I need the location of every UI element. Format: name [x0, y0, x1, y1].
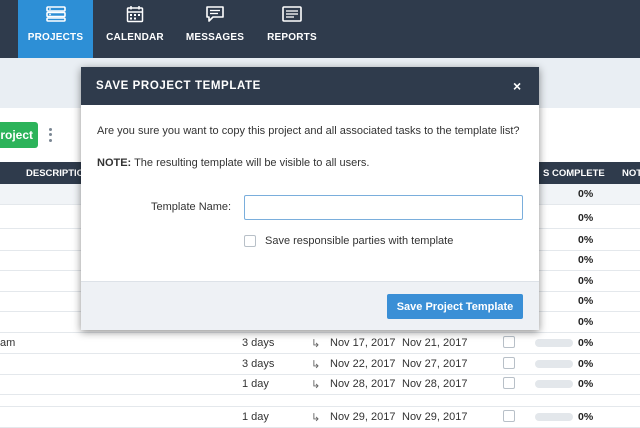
- new-project-button[interactable]: roject: [0, 122, 38, 148]
- percent-complete: 0%: [578, 378, 594, 390]
- close-icon[interactable]: ×: [513, 78, 521, 94]
- percent-complete: 0%: [578, 254, 594, 266]
- dependency-arrow-icon: ↳: [311, 359, 321, 371]
- nav-messages-label: MESSAGES: [185, 32, 245, 43]
- nav-reports-label: REPORTS: [267, 32, 317, 43]
- save-responsible-checkbox[interactable]: [244, 235, 256, 247]
- percent-complete: 0%: [578, 275, 594, 287]
- nav-projects[interactable]: PROJECTS: [18, 0, 93, 58]
- task-end: Nov 27, 2017: [402, 358, 468, 370]
- chat-icon: [205, 4, 225, 24]
- percent-complete: 0%: [578, 337, 594, 349]
- dialog-message: Are you sure you want to copy this proje…: [97, 125, 520, 137]
- dependency-arrow-icon: ↳: [311, 379, 321, 391]
- progress-bar: [535, 360, 573, 368]
- save-template-dialog: SAVE PROJECT TEMPLATE × Are you sure you…: [81, 67, 539, 330]
- nav-messages[interactable]: MESSAGES: [176, 0, 254, 58]
- report-icon: [282, 4, 302, 24]
- calendar-icon: [126, 4, 144, 24]
- dialog-header: SAVE PROJECT TEMPLATE ×: [81, 67, 539, 105]
- task-checkbox[interactable]: [503, 377, 515, 389]
- table-row[interactable]: am 3 days ↳ Nov 17, 2017 Nov 21, 2017 0%: [0, 333, 640, 354]
- task-start: Nov 22, 2017: [330, 358, 396, 370]
- more-options-icon[interactable]: [46, 124, 54, 146]
- task-start: Nov 29, 2017: [330, 411, 396, 423]
- table-row[interactable]: 1 day ↳ Nov 28, 2017 Nov 28, 2017 0%: [0, 374, 640, 395]
- task-description: am: [0, 337, 16, 349]
- percent-complete: 0%: [578, 316, 594, 328]
- task-end: Nov 29, 2017: [402, 411, 468, 423]
- percent-complete: 0%: [578, 411, 594, 423]
- note-text: The resulting template will be visible t…: [131, 157, 370, 169]
- task-end: Nov 21, 2017: [402, 337, 468, 349]
- col-complete[interactable]: S COMPLETE: [543, 168, 605, 179]
- task-duration: 1 day: [242, 411, 269, 423]
- dependency-arrow-icon: ↳: [311, 412, 321, 424]
- percent-complete: 0%: [578, 188, 594, 200]
- template-name-input[interactable]: [244, 195, 523, 220]
- server-icon: [45, 4, 66, 24]
- task-duration: 3 days: [242, 337, 275, 349]
- dependency-arrow-icon: ↳: [311, 338, 321, 350]
- nav-calendar-label: CALENDAR: [106, 32, 164, 43]
- dialog-note: NOTE: The resulting template will be vis…: [97, 157, 369, 169]
- nav-reports[interactable]: REPORTS: [256, 0, 328, 58]
- col-notes[interactable]: NOT: [622, 168, 640, 179]
- nav-calendar[interactable]: CALENDAR: [97, 0, 173, 58]
- progress-bar: [535, 339, 573, 347]
- col-description[interactable]: DESCRIPTIO: [26, 168, 84, 179]
- percent-complete: 0%: [578, 212, 594, 224]
- percent-complete: 0%: [578, 295, 594, 307]
- progress-bar: [535, 380, 573, 388]
- task-checkbox[interactable]: [503, 336, 515, 348]
- task-end: Nov 28, 2017: [402, 378, 468, 390]
- top-nav: PROJECTS CALENDAR MESSAGES REPORTS: [0, 0, 640, 58]
- table-row[interactable]: 1 day ↳ Nov 29, 2017 Nov 29, 2017 0%: [0, 407, 640, 428]
- task-duration: 3 days: [242, 358, 275, 370]
- save-responsible-label[interactable]: Save responsible parties with template: [265, 235, 453, 247]
- task-start: Nov 28, 2017: [330, 378, 396, 390]
- dialog-footer: Save Project Template: [81, 281, 539, 330]
- task-checkbox[interactable]: [503, 357, 515, 369]
- template-name-label: Template Name:: [151, 201, 232, 213]
- percent-complete: 0%: [578, 234, 594, 246]
- table-row[interactable]: [0, 395, 640, 407]
- save-project-template-button[interactable]: Save Project Template: [387, 294, 523, 319]
- task-duration: 1 day: [242, 378, 269, 390]
- nav-projects-label: PROJECTS: [27, 32, 84, 43]
- note-label: NOTE:: [97, 157, 132, 169]
- dialog-title: SAVE PROJECT TEMPLATE: [96, 80, 261, 92]
- task-start: Nov 17, 2017: [330, 337, 396, 349]
- progress-bar: [535, 413, 573, 421]
- table-row[interactable]: 3 days ↳ Nov 22, 2017 Nov 27, 2017 0%: [0, 354, 640, 375]
- percent-complete: 0%: [578, 358, 594, 370]
- task-checkbox[interactable]: [503, 410, 515, 422]
